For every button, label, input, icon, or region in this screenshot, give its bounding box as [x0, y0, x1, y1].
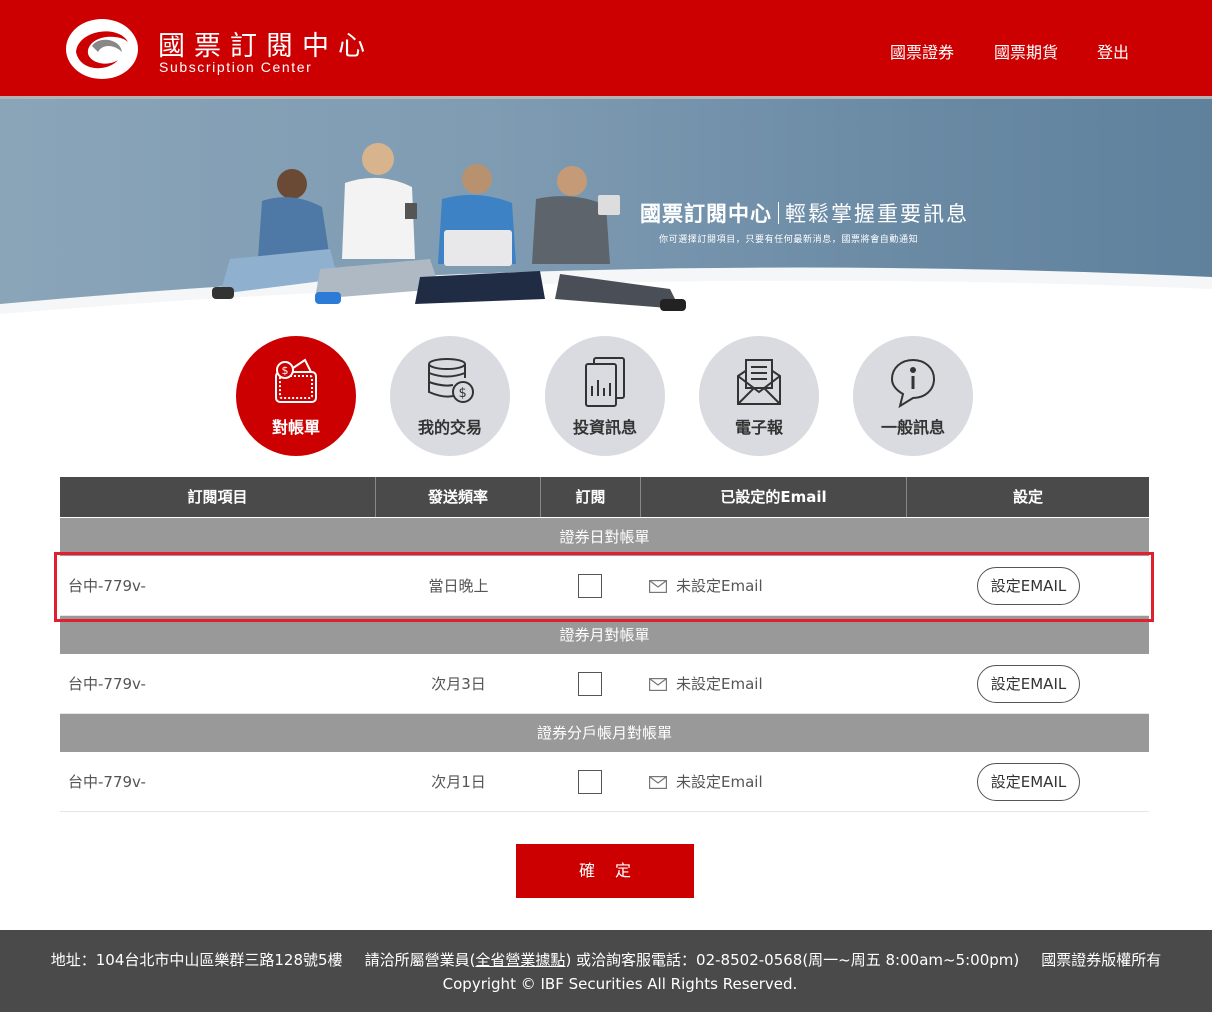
category-newsletter[interactable]: 電子報 — [699, 336, 819, 456]
category-label: 對帳單 — [271, 418, 320, 437]
brand-name-en: Subscription Center — [159, 59, 313, 75]
group-header-daily: 證券日對帳單 — [60, 518, 1149, 556]
report-icon — [585, 357, 625, 407]
set-email-button[interactable]: 設定EMAIL — [977, 567, 1080, 605]
category-general-info[interactable]: 一般訊息 — [853, 336, 973, 456]
banner-title-separator — [778, 202, 779, 224]
footer-contact-prefix: 請洽所屬營業員( — [364, 951, 476, 969]
column-header-subscribe: 訂閱 — [541, 477, 641, 517]
subscribe-checkbox[interactable] — [578, 574, 602, 598]
table-header: 訂閱項目 發送頻率 訂閱 已設定的Email 設定 — [60, 477, 1149, 517]
category-label: 我的交易 — [417, 418, 482, 437]
svg-text:$: $ — [282, 364, 289, 377]
mail-icon — [649, 678, 667, 691]
category-my-trades[interactable]: $ 我的交易 — [390, 336, 510, 456]
banner-subtitle: 你可選擇訂閱項目，只要有任何最新消息，國票將會自動通知 — [659, 235, 919, 245]
category-label: 投資訊息 — [572, 418, 637, 437]
row-frequency: 次月1日 — [431, 773, 486, 791]
group-header-sub-account: 證券分戶帳月對帳單 — [60, 714, 1149, 752]
column-header-settings: 設定 — [1012, 488, 1043, 506]
site-footer: 地址：104台北市中山區樂群三路128號5樓 請洽所屬營業員(全省營業據點) 或洽… — [0, 930, 1212, 1012]
footer-address: 地址：104台北市中山區樂群三路128號5樓 — [50, 951, 343, 969]
footer-rights: 國票證券版權所有 — [1041, 951, 1162, 969]
coins-icon: $ — [428, 358, 474, 403]
set-email-button[interactable]: 設定EMAIL — [977, 763, 1080, 801]
row-email: 未設定Email — [676, 577, 763, 595]
category-label: 電子報 — [734, 418, 783, 437]
table-row: 台中-779v- 次月3日 未設定Email 設定EMAIL — [60, 654, 1149, 714]
category-label: 一般訊息 — [880, 418, 945, 437]
table-row: 台中-779v- 當日晚上 未設定Email 設定EMAIL — [60, 556, 1149, 616]
banner-title-main: 國票訂閱中心 — [640, 202, 772, 226]
footer-contact-suffix: ) 或洽詢客服電話：02-8502-0568(周一~周五 8:00am~5:00… — [565, 951, 1020, 969]
wallet-icon: $ — [275, 358, 317, 403]
logo-icon — [66, 19, 138, 79]
banner-slogan: 輕鬆掌握重要訊息 — [785, 202, 969, 226]
brand-name-cn: 國票訂閱中心 — [158, 31, 374, 62]
mail-icon — [649, 580, 667, 593]
subscribe-checkbox[interactable] — [578, 770, 602, 794]
nav-securities[interactable]: 國票證券 — [890, 39, 954, 63]
column-header-email: 已設定的Email — [641, 477, 907, 517]
info-icon — [890, 358, 936, 408]
footer-copyright: Copyright © IBF Securities All Rights Re… — [442, 975, 798, 993]
column-header-item: 訂閱項目 — [60, 477, 376, 517]
nav-futures[interactable]: 國票期貨 — [994, 39, 1058, 63]
banner-people-image — [0, 143, 1212, 339]
category-statement[interactable]: $ 對帳單 — [236, 336, 356, 456]
row-frequency: 當日晚上 — [428, 577, 489, 595]
column-header-frequency: 發送頻率 — [376, 477, 541, 517]
row-email: 未設定Email — [676, 773, 763, 791]
group-header-monthly: 證券月對帳單 — [60, 616, 1149, 654]
set-email-button[interactable]: 設定EMAIL — [977, 665, 1080, 703]
category-investment-info[interactable]: 投資訊息 — [545, 336, 665, 456]
subscribe-checkbox[interactable] — [578, 672, 602, 696]
row-email: 未設定Email — [676, 675, 763, 693]
row-item: 台中-779v- — [68, 577, 146, 595]
svg-text:$: $ — [459, 386, 467, 401]
nav-logout[interactable]: 登出 — [1097, 39, 1129, 63]
row-frequency: 次月3日 — [431, 675, 486, 693]
row-item: 台中-779v- — [68, 773, 146, 791]
mail-icon — [649, 776, 667, 789]
banner-title: 國票訂閱中心 輕鬆掌握重要訊息 — [640, 198, 969, 228]
table-row: 台中-779v- 次月1日 未設定Email 設定EMAIL — [60, 752, 1149, 812]
hero-banner: 國票訂閱中心 輕鬆掌握重要訊息 你可選擇訂閱項目，只要有任何最新消息，國票將會自動… — [0, 99, 1212, 339]
newsletter-icon — [737, 359, 781, 405]
branch-locations-link[interactable]: 全省營業據點 — [475, 951, 565, 969]
footer-contact: 請洽所屬營業員(全省營業據點) 或洽詢客服電話：02-8502-0568(周一~… — [365, 951, 1020, 969]
site-header: 國票訂閱中心 Subscription Center 國票證券 國票期貨 登出 — [0, 0, 1212, 98]
row-item: 台中-779v- — [68, 675, 146, 693]
confirm-button[interactable]: 確定 — [516, 844, 694, 898]
footer-info: 地址：104台北市中山區樂群三路128號5樓 請洽所屬營業員(全省營業據點) 或洽… — [0, 949, 1212, 970]
